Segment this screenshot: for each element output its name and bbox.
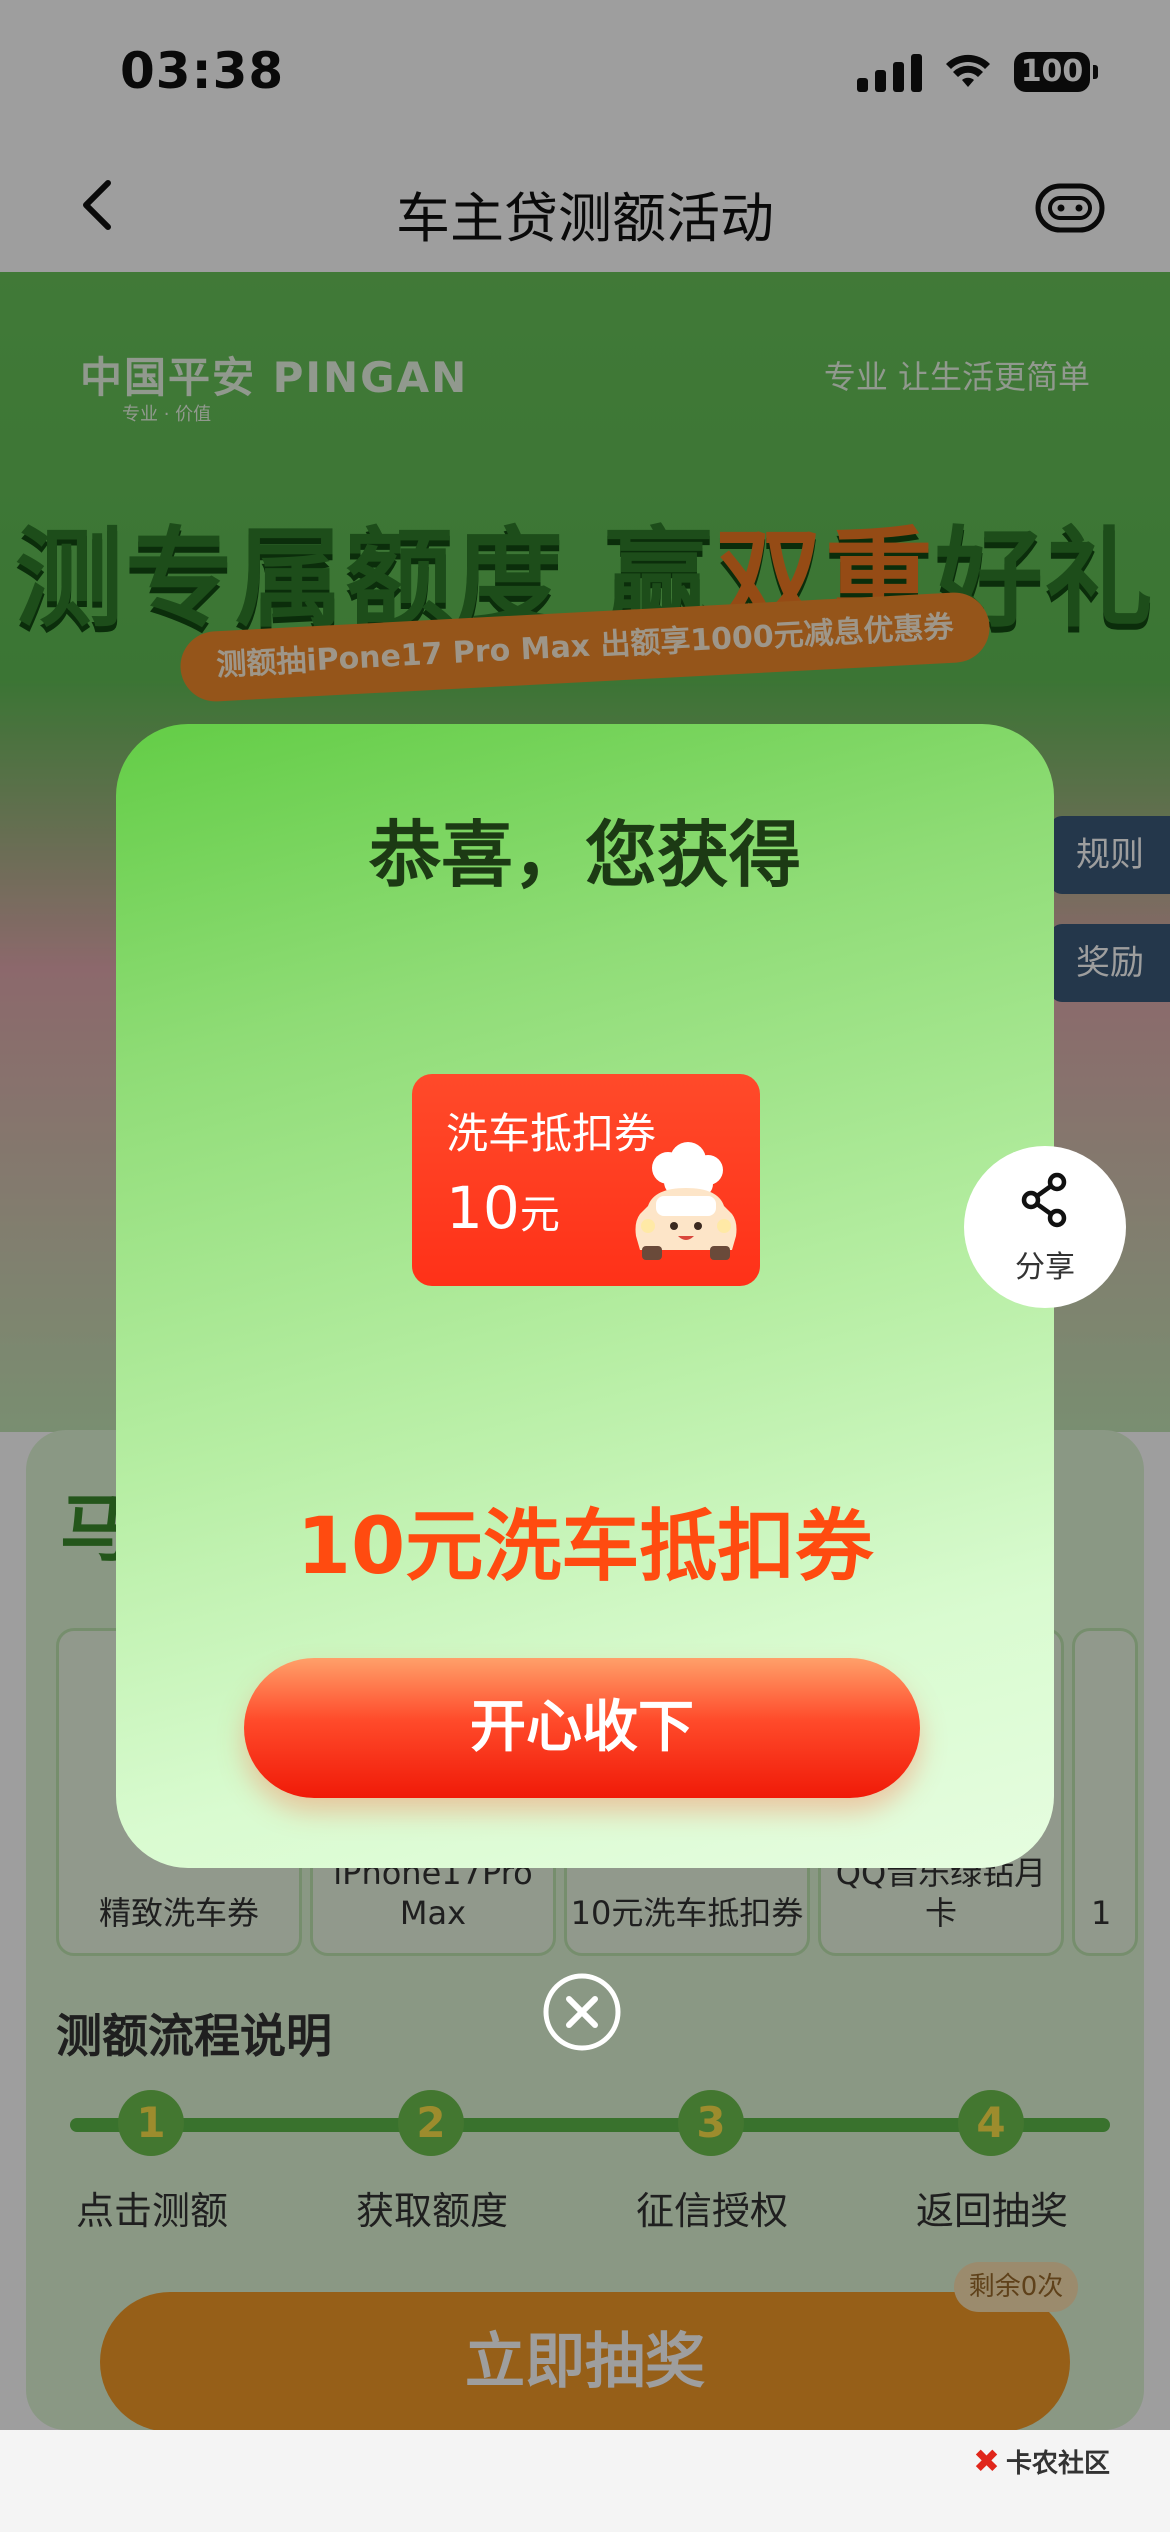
car-wash-icon — [635, 1142, 737, 1260]
share-button[interactable]: 分享 — [964, 1146, 1126, 1308]
watermark-logo-icon: ✖ — [973, 2442, 1000, 2480]
share-label: 分享 — [1015, 1250, 1075, 1285]
watermark: ✖ 卡农社区 — [973, 2442, 1110, 2480]
watermark-text: 卡农社区 — [1005, 2449, 1110, 2479]
coupon-amount: 10元 — [446, 1174, 560, 1242]
coupon-name: 洗车抵扣券 — [446, 1109, 657, 1158]
close-icon[interactable] — [542, 1972, 622, 2052]
coupon-amount-unit: 元 — [519, 1192, 560, 1238]
accept-button[interactable]: 开心收下 — [244, 1658, 920, 1798]
prize-name: 10元洗车抵扣券 — [296, 1502, 874, 1592]
reward-modal: 恭喜，您获得 洗车抵扣券 10元 10元洗车抵扣券 开心收下 — [116, 724, 1054, 1868]
coupon-amount-value: 10 — [446, 1174, 520, 1242]
modal-title: 恭喜，您获得 — [368, 813, 801, 897]
share-icon — [1021, 1172, 1067, 1228]
coupon-card: 洗车抵扣券 10元 — [412, 1074, 760, 1286]
